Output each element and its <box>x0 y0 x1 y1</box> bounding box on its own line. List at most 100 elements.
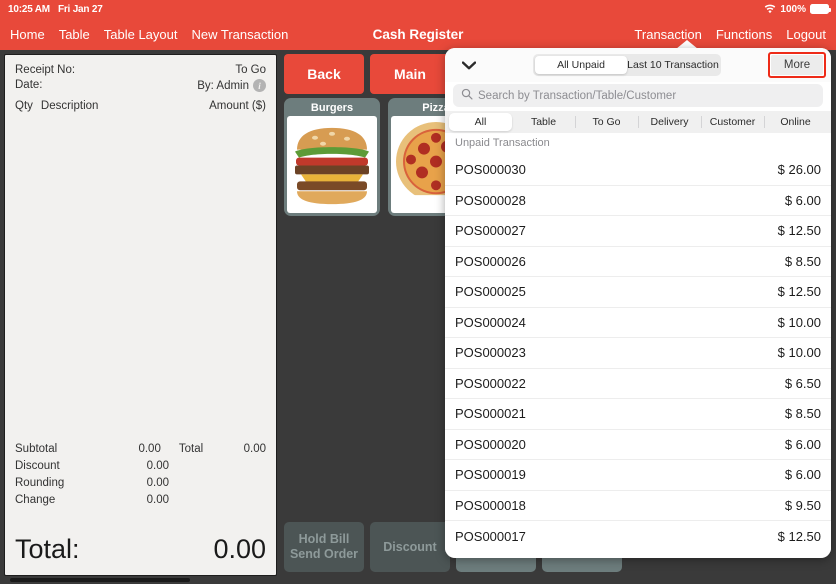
table-row[interactable]: POS000026 $ 8.50 <box>445 247 831 277</box>
search-icon <box>461 87 473 105</box>
more-button[interactable]: More <box>771 55 823 75</box>
nav-item-logout[interactable]: Logout <box>786 27 826 42</box>
receipt-panel: Receipt No: To Go Date: By: Admin i Qty … <box>4 54 277 576</box>
transaction-amount: $ 12.50 <box>777 223 821 239</box>
nav-item-functions[interactable]: Functions <box>716 27 772 42</box>
receipt-cashier-group: By: Admin i <box>197 79 266 92</box>
discount-label: Discount <box>15 460 60 472</box>
tab-table[interactable]: Table <box>512 113 575 131</box>
transaction-amount: $ 10.00 <box>777 314 821 330</box>
transaction-list[interactable]: POS000030 $ 26.00 POS000028 $ 6.00 POS00… <box>445 155 831 552</box>
receipt-column-headers: Qty Description Amount ($) <box>15 100 266 112</box>
burger-photo <box>287 116 377 213</box>
tab-online[interactable]: Online <box>764 113 827 131</box>
table-row[interactable]: POS000021 $ 8.50 <box>445 399 831 430</box>
transaction-amount: $ 6.00 <box>784 467 821 483</box>
chevron-down-icon[interactable] <box>461 57 477 73</box>
unpaid-filter-segmented-control: All Unpaid Last 10 Transaction <box>533 54 721 76</box>
transaction-id: POS000022 <box>455 375 526 391</box>
column-header-qty: Qty <box>15 100 33 112</box>
table-row[interactable]: POS000025 $ 12.50 <box>445 277 831 308</box>
nav-item-home[interactable]: Home <box>10 27 45 42</box>
subtotal-label: Subtotal <box>15 443 58 455</box>
transaction-id: POS000028 <box>455 192 526 208</box>
status-bar: 10:25 AM Fri Jan 27 100% <box>0 0 836 18</box>
hold-bill-line1: Hold Bill <box>298 532 350 546</box>
total-side-label: Total <box>178 443 204 455</box>
section-header-unpaid: Unpaid Transaction <box>445 133 831 155</box>
back-button[interactable]: Back <box>284 54 364 94</box>
tab-delivery[interactable]: Delivery <box>638 113 701 131</box>
transaction-amount: $ 6.00 <box>784 436 821 452</box>
table-row[interactable]: POS000019 $ 6.00 <box>445 460 831 491</box>
transaction-id: POS000018 <box>455 497 526 513</box>
table-row[interactable]: POS000028 $ 6.00 <box>445 186 831 216</box>
info-icon[interactable]: i <box>253 79 266 92</box>
segment-all-unpaid[interactable]: All Unpaid <box>535 56 627 74</box>
table-row[interactable]: POS000017 $ 12.50 <box>445 521 831 552</box>
subtotal-value: 0.00 <box>138 443 161 455</box>
main-category-button[interactable]: Main <box>370 54 450 94</box>
nav-item-new-transaction[interactable]: New Transaction <box>192 27 289 42</box>
transaction-dropdown-panel: All Unpaid Last 10 Transaction More Sear… <box>445 48 831 558</box>
table-row[interactable]: POS000022 $ 6.50 <box>445 369 831 399</box>
table-row[interactable]: POS000020 $ 6.00 <box>445 430 831 460</box>
receipt-date-row: Date: By: Admin i <box>15 79 266 92</box>
totals-row-discount: Discount 0.00 <box>15 460 266 477</box>
totals-row-rounding: Rounding 0.00 <box>15 477 266 494</box>
segment-last-10-transaction[interactable]: Last 10 Transaction <box>627 56 719 74</box>
tab-to-go[interactable]: To Go <box>575 113 638 131</box>
more-button-highlight: More <box>768 52 826 78</box>
nav-left-group: Home Table Table Layout New Transaction <box>10 18 288 50</box>
table-row[interactable]: POS000027 $ 12.50 <box>445 216 831 247</box>
transaction-id: POS000025 <box>455 284 526 300</box>
grand-total-row: Total: 0.00 <box>15 534 266 565</box>
transaction-id: POS000027 <box>455 223 526 239</box>
nav-item-table[interactable]: Table <box>59 27 90 42</box>
tab-customer[interactable]: Customer <box>701 113 764 131</box>
tab-all[interactable]: All <box>449 113 512 131</box>
transaction-amount: $ 8.50 <box>784 406 821 422</box>
search-input[interactable]: Search by Transaction/Table/Customer <box>478 90 676 102</box>
transaction-id: POS000023 <box>455 345 526 361</box>
column-header-description: Description <box>40 100 99 112</box>
nav-item-table-layout[interactable]: Table Layout <box>104 27 178 42</box>
battery-icon <box>810 4 832 14</box>
status-date: Fri Jan 27 <box>57 3 103 15</box>
table-row[interactable]: POS000023 $ 10.00 <box>445 338 831 369</box>
receipt-cashier-label: By: Admin <box>197 79 249 92</box>
total-side-value: 0.00 <box>243 443 266 455</box>
status-right-cluster: 100% <box>764 4 832 15</box>
transaction-amount: $ 12.50 <box>777 284 821 300</box>
table-row[interactable]: POS000030 $ 26.00 <box>445 155 831 186</box>
panel-header: All Unpaid Last 10 Transaction More <box>445 48 831 82</box>
pos-app-window: 10:25 AM Fri Jan 27 100% Cash Register H… <box>0 0 836 584</box>
receipt-no-label: Receipt No: <box>15 64 76 76</box>
transaction-amount: $ 8.50 <box>784 253 821 269</box>
nav-right-group: Transaction Functions Logout <box>634 18 826 50</box>
status-time: 10:25 AM <box>8 3 50 15</box>
hold-bill-line2: Send Order <box>289 547 359 561</box>
grand-total-value: 0.00 <box>213 534 266 564</box>
order-type-value: To Go <box>235 64 266 76</box>
hold-bill-send-order-button[interactable]: Hold Bill Send Order <box>284 522 364 572</box>
transaction-id: POS000030 <box>455 162 526 178</box>
search-bar[interactable]: Search by Transaction/Table/Customer <box>453 84 823 107</box>
home-indicator <box>0 578 290 582</box>
transaction-amount: $ 12.50 <box>777 528 821 544</box>
transaction-id: POS000024 <box>455 314 526 330</box>
transaction-type-tabs: All Table To Go Delivery Customer Online <box>445 111 831 133</box>
transaction-amount: $ 10.00 <box>777 345 821 361</box>
table-row[interactable]: POS000024 $ 10.00 <box>445 308 831 338</box>
column-header-amount: Amount ($) <box>209 100 266 112</box>
nav-bar: Cash Register Home Table Table Layout Ne… <box>0 18 836 50</box>
transaction-id: POS000020 <box>455 436 526 452</box>
rounding-value: 0.00 <box>146 477 169 489</box>
category-nav-buttons: Back Main <box>284 54 450 94</box>
table-row[interactable]: POS000018 $ 9.50 <box>445 491 831 521</box>
transaction-amount: $ 26.00 <box>777 162 821 178</box>
discount-button[interactable]: Discount <box>370 522 450 572</box>
transaction-amount: $ 6.00 <box>784 192 821 208</box>
category-tile-burgers[interactable]: Burgers <box>284 98 380 216</box>
receipt-no-row: Receipt No: To Go <box>15 64 266 76</box>
